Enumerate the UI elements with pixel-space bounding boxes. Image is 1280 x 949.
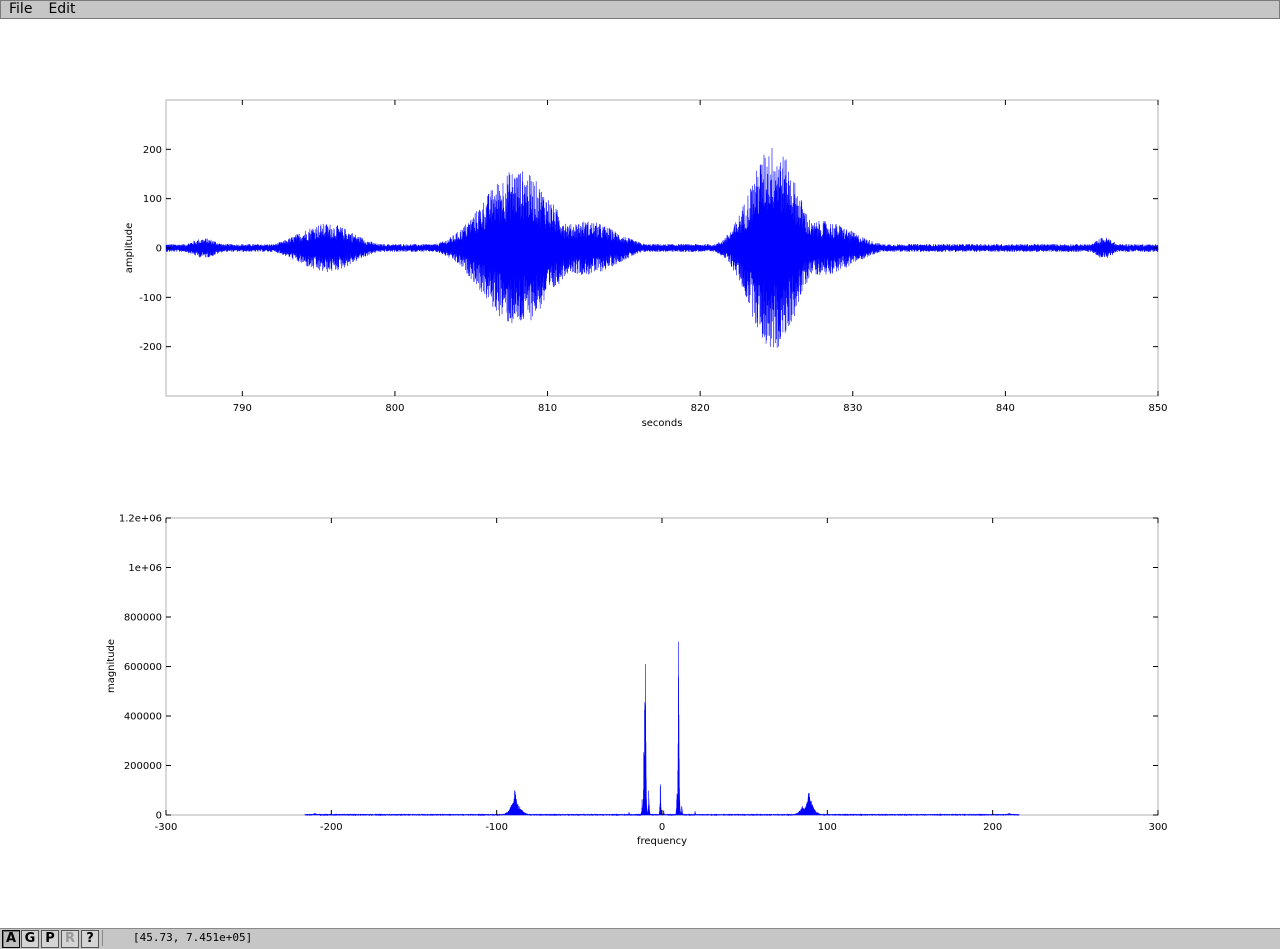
waveform-ytick-label: 0 [156, 244, 162, 255]
spectrum-xlabel: frequency [637, 836, 687, 847]
help-button[interactable]: ? [81, 930, 99, 948]
waveform-xtick-label: 830 [843, 403, 862, 414]
waveform-plot[interactable]: 790 800 810 820 830 840 850 -200 -100 0 100 200 sec… [124, 99, 1168, 429]
waveform-ylabel: amplitude [124, 223, 135, 274]
spectrum-ytick-label: 1.2e+06 [119, 514, 162, 525]
waveform-ytick-label: 100 [143, 194, 162, 205]
spectrum-ytick-label: 400000 [124, 712, 162, 723]
spectrum-ytick-label: 200000 [124, 761, 162, 772]
waveform-ytick-label: -200 [139, 342, 162, 353]
figure-canvas[interactable]: 790 800 810 820 830 840 850 -200 -100 0 100 200 sec… [0, 0, 1280, 948]
spectrum-xtick-label: -100 [485, 822, 508, 833]
spectrum-ytick-label: 0 [156, 811, 162, 822]
spectrum-xtick-label: -200 [320, 822, 343, 833]
spectrum-ytick-label: 1e+06 [128, 563, 162, 574]
coordinate-readout: [45.73, 7.451e+05] [102, 930, 1278, 946]
spectrum-xtick-label: 200 [983, 822, 1002, 833]
waveform-axes: 790 800 810 820 830 840 850 -200 -100 0 100 200 [139, 100, 1168, 414]
spectrum-ytick-label: 600000 [124, 662, 162, 673]
spectrum-xtick-label: 0 [659, 822, 665, 833]
waveform-xtick-label: 790 [233, 403, 252, 414]
waveform-xlabel: seconds [642, 418, 683, 429]
grid-toggle-button[interactable]: G [21, 930, 39, 948]
rotate-button: R [61, 930, 79, 948]
waveform-xtick-label: 820 [691, 403, 710, 414]
spectrum-axes: -300 -200 -100 0 100 200 300 0 200000 400000 60000… [119, 514, 1168, 834]
status-bar: A G P R ? [45.73, 7.451e+05] [0, 928, 1280, 949]
spectrum-xtick-label: 100 [818, 822, 837, 833]
waveform-xtick-label: 810 [538, 403, 557, 414]
spectrum-xtick-label: 300 [1148, 822, 1167, 833]
spectrum-series-area [304, 641, 1020, 817]
spectrum-plot-frame [165, 517, 1159, 816]
waveform-ytick-label: -100 [139, 293, 162, 304]
spectrum-ytick-label: 800000 [124, 613, 162, 624]
print-button[interactable]: P [41, 930, 59, 948]
waveform-series-line [165, 147, 1159, 348]
spectrum-ylabel: magnitude [106, 639, 117, 693]
waveform-xtick-label: 850 [1148, 403, 1167, 414]
autoscale-button[interactable]: A [2, 930, 20, 948]
spectrum-xtick-label: -300 [155, 822, 178, 833]
waveform-xtick-label: 800 [385, 403, 404, 414]
spectrum-plot[interactable]: -300 -200 -100 0 100 200 300 0 200000 400000 60000… [106, 514, 1168, 848]
waveform-xtick-label: 840 [996, 403, 1015, 414]
waveform-ytick-label: 200 [143, 145, 162, 156]
